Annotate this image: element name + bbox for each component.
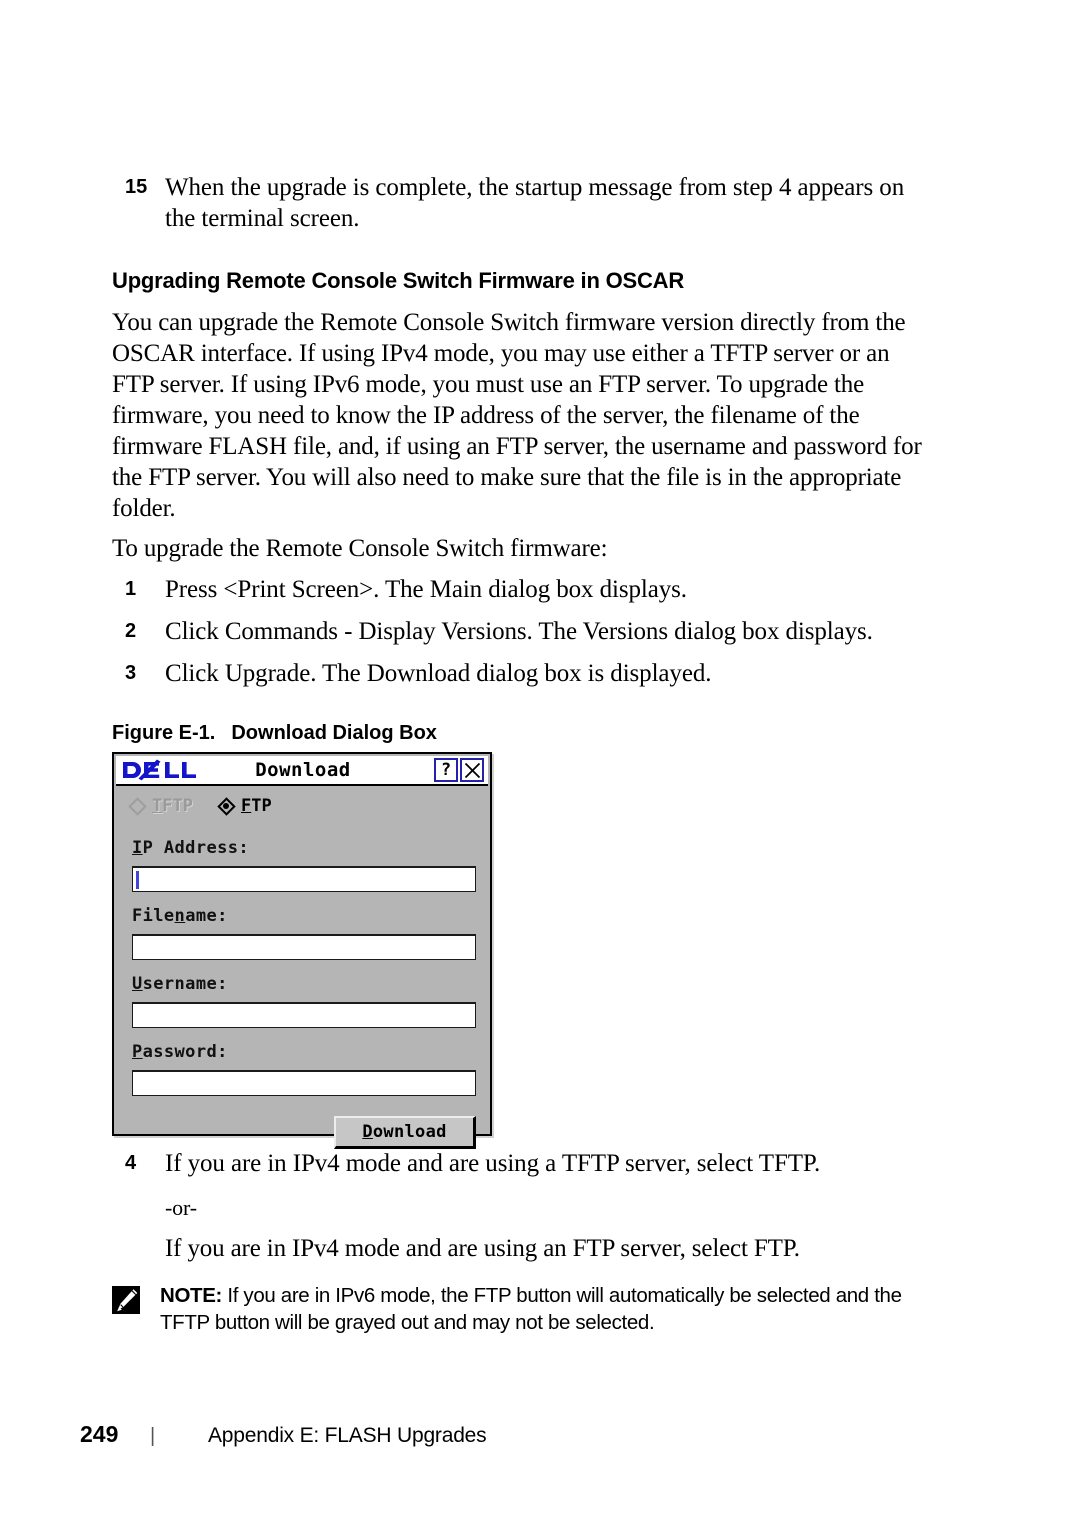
- close-icon[interactable]: [460, 758, 484, 782]
- text-caret: [136, 871, 139, 889]
- step-text: Click Upgrade. The Download dialog box i…: [165, 660, 712, 687]
- step-number: 1: [125, 578, 137, 600]
- radio-tftp: TFTP: [128, 796, 193, 816]
- footer-separator: |: [150, 1425, 156, 1447]
- step-item-1: 1 Press <Print Screen>. The Main dialog …: [125, 574, 925, 605]
- page-footer: 249 | Appendix E: FLASH Upgrades: [80, 1421, 487, 1448]
- step4-alt-text: If you are in IPv4 mode and are using an…: [165, 1235, 800, 1262]
- radio-unselected-icon: [128, 796, 147, 816]
- step-number: 2: [125, 620, 137, 642]
- help-button[interactable]: ?: [434, 758, 458, 782]
- step-number: 15: [125, 176, 148, 198]
- filename-label: Filename:: [132, 906, 228, 926]
- protocol-radio-group: TFTP FTP: [128, 796, 272, 816]
- note-text: NOTE: If you are in IPv6 mode, the FTP b…: [160, 1282, 942, 1336]
- step-text: Click Commands - Display Versions. The V…: [165, 618, 873, 645]
- radio-tftp-label: TFTP: [152, 796, 193, 816]
- note-body: If you are in IPv6 mode, the FTP button …: [160, 1284, 902, 1334]
- step-text: When the upgrade is complete, the startu…: [165, 174, 905, 232]
- step-item-4: 4 If you are in IPv4 mode and are using …: [125, 1148, 945, 1179]
- page-number: 249: [80, 1421, 119, 1447]
- section-heading: Upgrading Remote Console Switch Firmware…: [112, 268, 685, 293]
- download-button[interactable]: Download: [334, 1116, 476, 1149]
- note-label: NOTE:: [160, 1284, 223, 1307]
- footer-title: Appendix E: FLASH Upgrades: [208, 1424, 487, 1447]
- username-label: Username:: [132, 974, 228, 994]
- filename-input[interactable]: [132, 934, 476, 960]
- radio-ftp-label: FTP: [240, 796, 272, 816]
- step-number: 3: [125, 662, 137, 684]
- figure-caption: Figure E-1. Download Dialog Box: [112, 722, 437, 745]
- radio-selected-icon: [217, 796, 236, 816]
- step-text: If you are in IPv4 mode and are using a …: [165, 1150, 821, 1177]
- radio-ftp[interactable]: FTP: [217, 796, 272, 816]
- step-item-2: 2 Click Commands - Display Versions. The…: [125, 616, 945, 647]
- dialog-body: TFTP FTP IP Address: Filename: Username:…: [116, 786, 488, 1149]
- username-input[interactable]: [132, 1002, 476, 1028]
- figure-title: Download Dialog Box: [231, 722, 437, 744]
- procedure-lead-in: To upgrade the Remote Console Switch fir…: [112, 535, 608, 562]
- section-paragraph: You can upgrade the Remote Console Switc…: [112, 309, 922, 522]
- step-number: 4: [125, 1152, 137, 1174]
- step-item-15: 15 When the upgrade is complete, the sta…: [125, 172, 925, 234]
- figure-label: Figure E-1.: [112, 722, 216, 744]
- pencil-note-icon: [112, 1286, 140, 1314]
- note-block: NOTE: If you are in IPv6 mode, the FTP b…: [112, 1282, 942, 1336]
- download-dialog: Download ? TFTP FTP IP Address: Filename…: [112, 752, 492, 1149]
- ip-address-label: IP Address:: [132, 838, 249, 858]
- step4-or: -or-: [165, 1195, 197, 1220]
- dell-logo-icon: [122, 759, 196, 781]
- dialog-title: Download: [255, 759, 351, 781]
- password-label: Password:: [132, 1042, 228, 1062]
- dialog-titlebar: Download ?: [116, 756, 488, 786]
- password-input[interactable]: [132, 1070, 476, 1096]
- step-text: Press <Print Screen>. The Main dialog bo…: [165, 576, 687, 603]
- document-page: 15 When the upgrade is complete, the sta…: [0, 0, 1080, 1529]
- ip-address-input[interactable]: [132, 866, 476, 892]
- step-item-3: 3 Click Upgrade. The Download dialog box…: [125, 658, 925, 689]
